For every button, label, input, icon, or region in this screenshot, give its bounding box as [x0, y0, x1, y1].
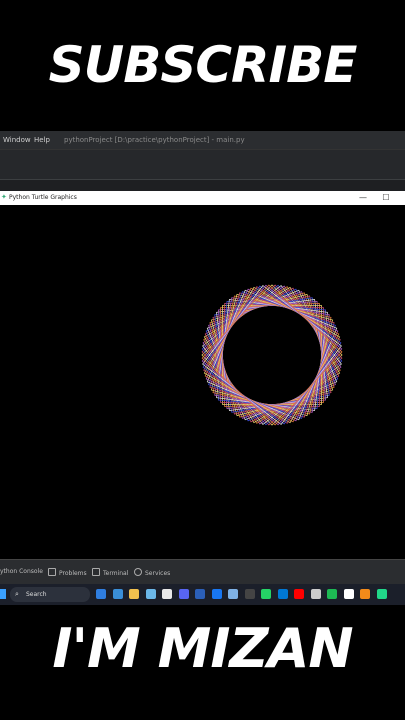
search-icon: ⌕ [15, 590, 19, 598]
subscribe-text: SUBSCRIBE [46, 33, 361, 97]
obs-icon[interactable] [228, 589, 238, 599]
vlc-icon[interactable] [360, 589, 370, 599]
edge-icon[interactable] [96, 589, 106, 599]
name-banner: I'M MIZAN [0, 612, 405, 686]
pycharm-icon[interactable] [376, 589, 387, 599]
spiro-square [202, 285, 342, 425]
tab-terminal[interactable]: Terminal [92, 568, 128, 577]
turtle-icon: ✦ [1, 193, 7, 201]
store-icon[interactable] [261, 589, 271, 599]
services-icon [134, 568, 142, 576]
terminal-icon [92, 568, 100, 576]
spiro-square [206, 289, 338, 421]
tool-window-tabs: ython Console Problems Terminal Services [0, 559, 405, 585]
spiro-square [204, 287, 340, 423]
ide-project-title: pythonProject [D:\practice\pythonProject… [64, 136, 245, 144]
taskbar-search[interactable]: ⌕ Search [10, 587, 90, 602]
spiro-square [202, 285, 342, 425]
minimize-button[interactable]: — [353, 191, 373, 205]
photos-icon[interactable] [129, 589, 139, 599]
whatsapp-icon[interactable] [244, 589, 255, 599]
info-icon [48, 568, 56, 576]
tab-services[interactable]: Services [134, 568, 170, 577]
ide-toolbar [0, 149, 405, 180]
turtle-window-title: Python Turtle Graphics [9, 194, 77, 201]
discord-icon[interactable] [162, 589, 172, 599]
spiro-square [209, 292, 335, 418]
spiro-square [202, 285, 342, 425]
word-icon[interactable] [178, 589, 189, 599]
spiro-square [201, 284, 343, 426]
spiro-square [222, 305, 322, 405]
subscribe-banner: SUBSCRIBE [0, 30, 405, 100]
search-label: Search [26, 591, 47, 598]
spotify-icon[interactable] [310, 589, 321, 599]
spiro-square [205, 288, 339, 422]
spiro-square [201, 284, 343, 426]
spiro-square [205, 288, 339, 422]
spiro-square [201, 284, 343, 426]
turtle-canvas [201, 284, 343, 426]
youtube-icon[interactable] [277, 589, 288, 599]
tab-python-console[interactable]: ython Console [0, 568, 43, 575]
chrome-icon[interactable] [145, 589, 156, 599]
start-button[interactable] [0, 589, 6, 599]
spiro-square [209, 292, 335, 418]
facebook-icon[interactable] [195, 589, 205, 599]
name-text: I'M MIZAN [49, 614, 356, 683]
spirograph-drawing [201, 284, 343, 426]
spiro-square [202, 285, 342, 425]
turtle-graphics-window: ✦ Python Turtle Graphics — ☐ [0, 191, 405, 559]
ide-menu-bar: Window Help pythonProject [D:\practice\p… [0, 131, 405, 149]
menu-window[interactable]: Window [3, 136, 31, 144]
taskbar: ⌕ Search [0, 584, 405, 605]
spiro-square [206, 289, 338, 421]
menu-help[interactable]: Help [34, 136, 50, 144]
maximize-button[interactable]: ☐ [376, 191, 396, 205]
tab-problems[interactable]: Problems [48, 568, 87, 577]
spiro-square [204, 287, 340, 423]
spiro-square [212, 295, 332, 415]
spiro-square [201, 284, 343, 426]
capcut-icon[interactable] [327, 589, 337, 599]
turtle-title-bar: ✦ Python Turtle Graphics — ☐ [0, 191, 405, 205]
spiro-square [201, 284, 343, 426]
file-explorer-icon[interactable] [112, 589, 123, 599]
notion-icon[interactable] [294, 589, 304, 599]
notepad-icon[interactable] [211, 589, 222, 599]
ide-icon[interactable] [343, 589, 354, 599]
